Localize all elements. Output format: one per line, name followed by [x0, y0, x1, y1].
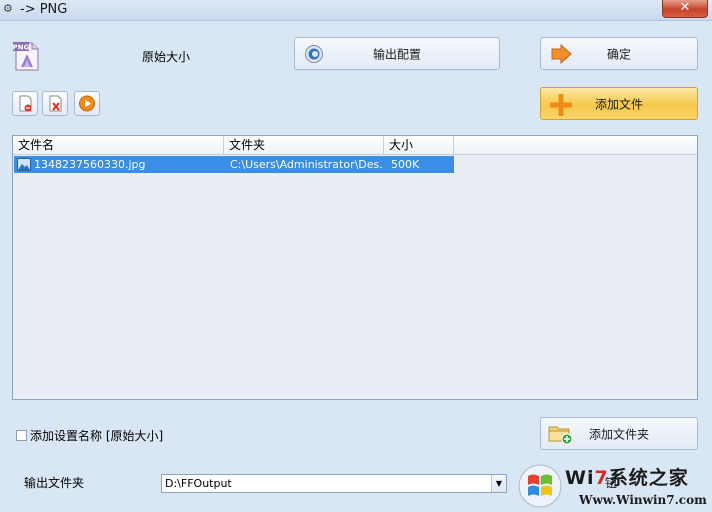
watermark-brand-suffix: 系统之家	[608, 467, 689, 489]
file-list[interactable]: 文件名 文件夹 大小 1348237560330.jpg C:\Users\Ad…	[12, 135, 698, 400]
add-file-label: 添加文件	[594, 97, 643, 111]
output-config-label: 输出配置	[372, 47, 421, 61]
list-header: 文件名 文件夹 大小	[13, 136, 697, 155]
watermark-site: Www.Winwin7.com	[579, 493, 707, 507]
folder-cell: C:\Users\Administrator\Des...	[230, 158, 384, 171]
output-folder-value: D:\FFOutput	[165, 477, 232, 490]
watermark-brand-prefix: Wi	[565, 467, 595, 489]
app-icon: ⚙	[3, 2, 13, 15]
watermark-brand: Wi7系统之家	[565, 463, 689, 490]
ok-label: 确定	[606, 47, 631, 61]
play-icon	[79, 95, 95, 112]
play-button[interactable]	[74, 91, 100, 116]
add-setting-name-checkbox[interactable]	[16, 430, 27, 441]
partial-button-text: 钮	[605, 476, 618, 490]
clear-list-button[interactable]	[42, 91, 68, 116]
add-setting-name-label: 添加设置名称 [原始大小]	[30, 429, 164, 443]
file-delete-icon	[49, 95, 62, 112]
output-config-button[interactable]: 输出配置	[294, 37, 500, 70]
remove-file-button[interactable]	[12, 91, 38, 116]
size-cell: 500K	[391, 158, 420, 171]
column-header-folder[interactable]: 文件夹	[224, 136, 384, 154]
chevron-down-icon[interactable]: ▼	[491, 475, 506, 492]
output-folder-label: 输出文件夹	[24, 476, 85, 490]
title-bar: ⚙ -> PNG ✕	[0, 0, 712, 21]
size-label: 原始大小	[142, 50, 191, 64]
table-row[interactable]: 1348237560330.jpg C:\Users\Administrator…	[14, 156, 454, 173]
png-file-icon: PNG	[13, 40, 41, 72]
window-title: -> PNG	[20, 2, 68, 17]
ok-button[interactable]: 确定	[540, 37, 698, 70]
column-header-size[interactable]: 大小	[384, 136, 454, 154]
column-header-name[interactable]: 文件名	[13, 136, 224, 154]
file-name-cell: 1348237560330.jpg	[34, 158, 146, 171]
add-folder-label: 添加文件夹	[588, 427, 649, 441]
close-button[interactable]: ✕	[662, 0, 708, 18]
add-folder-button[interactable]: 添加文件夹	[540, 417, 698, 450]
windows-logo-icon	[518, 464, 562, 508]
image-file-icon	[17, 158, 31, 174]
file-remove-icon	[19, 95, 32, 112]
output-folder-combo[interactable]: D:\FFOutput ▼	[161, 474, 507, 493]
add-file-button[interactable]: 添加文件	[540, 87, 698, 120]
svg-text:PNG: PNG	[13, 44, 30, 52]
